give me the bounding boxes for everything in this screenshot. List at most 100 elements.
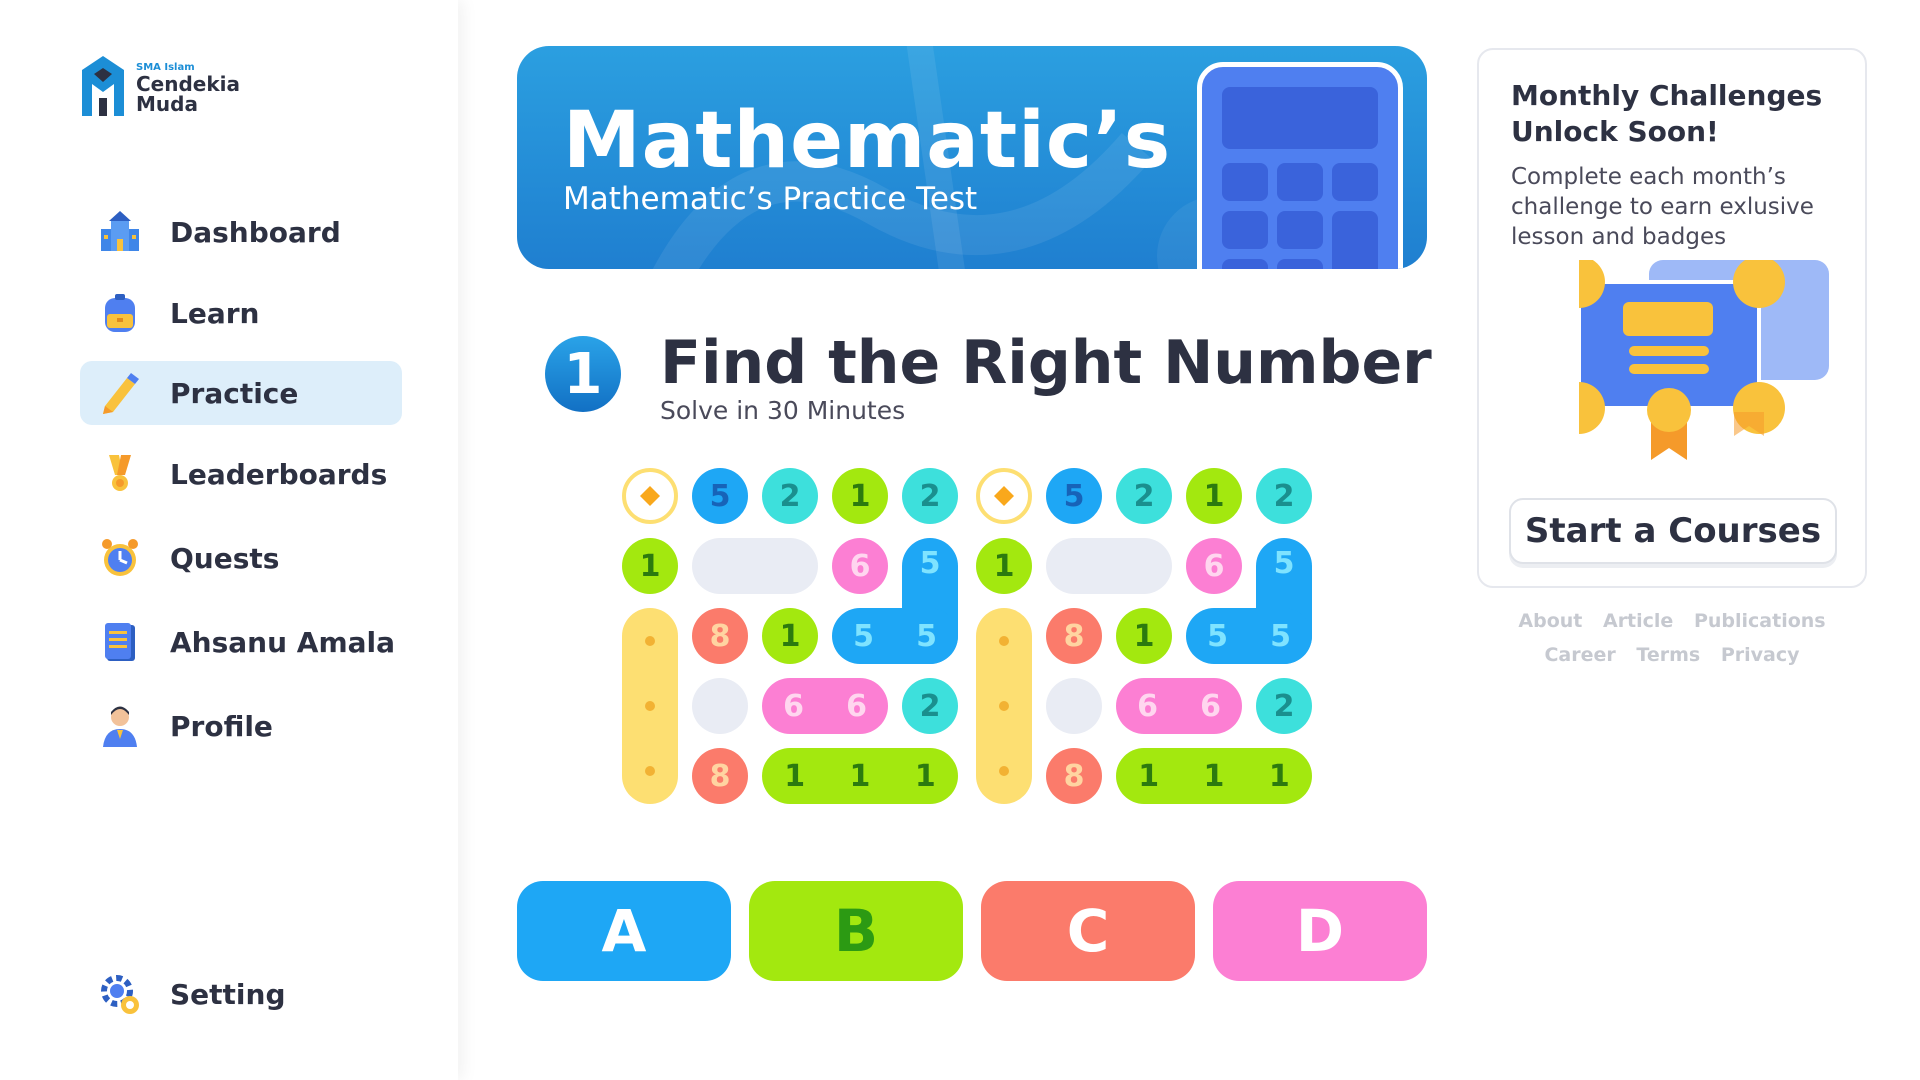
dot-marker xyxy=(645,700,655,711)
nav-item-profile[interactable]: Profile xyxy=(80,694,402,758)
gear-icon xyxy=(96,970,144,1018)
puzzle-cell: 5 xyxy=(916,618,937,654)
nav-item-leaderboards[interactable]: Leaderboards xyxy=(80,442,402,506)
answer-a-button[interactable]: A xyxy=(517,881,731,981)
puzzle-empty-slot[interactable] xyxy=(692,678,748,734)
nav-item-practice[interactable]: Practice xyxy=(80,361,402,425)
footer-link-about[interactable]: About xyxy=(1518,610,1582,632)
nav-label-learn: Learn xyxy=(170,296,260,330)
diamond-icon xyxy=(994,486,1014,506)
puzzle-cell: 6 xyxy=(783,688,804,724)
puzzle-pink-block[interactable]: 6 6 xyxy=(762,678,888,734)
puzzle-cell[interactable]: 1 xyxy=(622,538,678,594)
dot-marker xyxy=(645,635,655,646)
puzzle-cell: 5 xyxy=(1270,618,1291,654)
puzzle-cell: 1 xyxy=(1138,758,1160,794)
medal-icon xyxy=(96,450,144,498)
puzzle-cell: 5 xyxy=(919,546,941,581)
alarm-clock-icon xyxy=(96,534,144,582)
nav-label-quests: Quests xyxy=(170,541,280,575)
puzzle-blue-block[interactable]: 5 5 xyxy=(1186,608,1312,664)
puzzle-blue-block[interactable]: 5 5 xyxy=(832,608,958,664)
puzzle-grid-left: 5 2 1 2 1 6 5 8 1 5 5 6 6 2 8 1 1 1 xyxy=(622,468,972,804)
puzzle-cell: 1 xyxy=(1268,758,1290,794)
nav-item-setting[interactable]: Setting xyxy=(80,962,402,1026)
puzzle-cell[interactable]: 6 xyxy=(832,538,888,594)
puzzle-cell[interactable]: 1 xyxy=(762,608,818,664)
pencil-icon xyxy=(96,369,144,417)
start-marker xyxy=(976,468,1032,524)
answer-b-button[interactable]: B xyxy=(749,881,963,981)
nav-item-dashboard[interactable]: Dashboard xyxy=(80,200,402,264)
nav-item-quests[interactable]: Quests xyxy=(80,526,402,590)
puzzle-cell[interactable]: 8 xyxy=(692,748,748,804)
puzzle-cell[interactable]: 2 xyxy=(1256,678,1312,734)
puzzle-cell[interactable]: 2 xyxy=(762,468,818,524)
puzzle-cell[interactable]: 5 xyxy=(1046,468,1102,524)
puzzle-cell: 6 xyxy=(1200,688,1221,724)
school-icon xyxy=(96,208,144,256)
start-course-button[interactable]: Start a Courses xyxy=(1509,498,1837,564)
card-description: Complete each month’s challenge to earn … xyxy=(1511,164,1814,250)
puzzle-cell[interactable]: 5 xyxy=(692,468,748,524)
footer-link-article[interactable]: Article xyxy=(1603,610,1673,632)
puzzle-cell[interactable]: 8 xyxy=(1046,608,1102,664)
nav-label-setting: Setting xyxy=(170,977,286,1011)
banner-subtitle: Mathematic’s Practice Test xyxy=(563,181,978,217)
puzzle-empty-slot[interactable] xyxy=(692,538,818,594)
puzzle-green-block[interactable]: 1 1 1 xyxy=(762,748,958,804)
question-title: Find the Right Number xyxy=(660,328,1432,398)
puzzle-yellow-column[interactable] xyxy=(622,608,678,804)
puzzle-cell: 1 xyxy=(849,758,871,794)
nav-item-ahsanu-amala[interactable]: Ahsanu Amala xyxy=(80,610,402,674)
card-title: Monthly Challenges Unlock Soon! xyxy=(1511,79,1823,148)
puzzle-cell: 5 xyxy=(1207,618,1228,654)
question-subtitle: Solve in 30 Minutes xyxy=(660,396,906,425)
logo-line1: Cendekia xyxy=(136,72,241,96)
backpack-icon xyxy=(96,289,144,337)
dot-marker xyxy=(999,766,1009,777)
nav-label-dashboard: Dashboard xyxy=(170,215,341,249)
puzzle-cell[interactable]: 1 xyxy=(1116,608,1172,664)
footer-link-terms[interactable]: Terms xyxy=(1636,644,1700,666)
certificate-icon xyxy=(1579,260,1829,460)
puzzle-pink-block[interactable]: 6 6 xyxy=(1116,678,1242,734)
footer-link-privacy[interactable]: Privacy xyxy=(1721,644,1800,666)
puzzle-cell[interactable]: 1 xyxy=(976,538,1032,594)
puzzle-cell: 5 xyxy=(853,618,874,654)
answer-c-button[interactable]: C xyxy=(981,881,1195,981)
puzzle-cell[interactable]: 2 xyxy=(1256,468,1312,524)
puzzle-cell[interactable]: 2 xyxy=(1116,468,1172,524)
puzzle-cell[interactable]: 2 xyxy=(902,468,958,524)
footer-link-career[interactable]: Career xyxy=(1544,644,1615,666)
puzzle-cell[interactable]: 2 xyxy=(902,678,958,734)
puzzle-empty-slot[interactable] xyxy=(1046,538,1172,594)
sidebar: SMA Islam Cendekia Muda Dashboard Learn … xyxy=(0,0,458,1080)
answer-d-button[interactable]: D xyxy=(1213,881,1427,981)
puzzle-cell: 1 xyxy=(914,758,936,794)
puzzle-cell[interactable]: 1 xyxy=(832,468,888,524)
dot-marker xyxy=(999,700,1009,711)
calculator-icon xyxy=(1197,62,1403,269)
puzzle-yellow-column[interactable] xyxy=(976,608,1032,804)
diamond-icon xyxy=(640,486,660,506)
logo-icon xyxy=(82,56,124,116)
puzzle-empty-slot[interactable] xyxy=(1046,678,1102,734)
puzzle-cell[interactable]: 8 xyxy=(1046,748,1102,804)
monthly-challenge-card: Monthly Challenges Unlock Soon! Complete… xyxy=(1477,48,1867,588)
puzzle-cell: 1 xyxy=(1203,758,1225,794)
nav-label-profile: Profile xyxy=(170,709,273,743)
nav-label-practice: Practice xyxy=(170,376,299,410)
start-marker xyxy=(622,468,678,524)
nav-item-learn[interactable]: Learn xyxy=(80,281,402,345)
question-number-badge: 1 xyxy=(545,336,621,412)
puzzle-cell[interactable]: 8 xyxy=(692,608,748,664)
school-logo[interactable]: SMA Islam Cendekia Muda xyxy=(78,54,248,120)
puzzle-cell[interactable]: 6 xyxy=(1186,538,1242,594)
puzzle-cell: 6 xyxy=(846,688,867,724)
puzzle-cell[interactable]: 1 xyxy=(1186,468,1242,524)
puzzle-cell: 6 xyxy=(1137,688,1158,724)
footer-link-publications[interactable]: Publications xyxy=(1694,610,1826,632)
person-icon xyxy=(96,702,144,750)
puzzle-green-block[interactable]: 1 1 1 xyxy=(1116,748,1312,804)
